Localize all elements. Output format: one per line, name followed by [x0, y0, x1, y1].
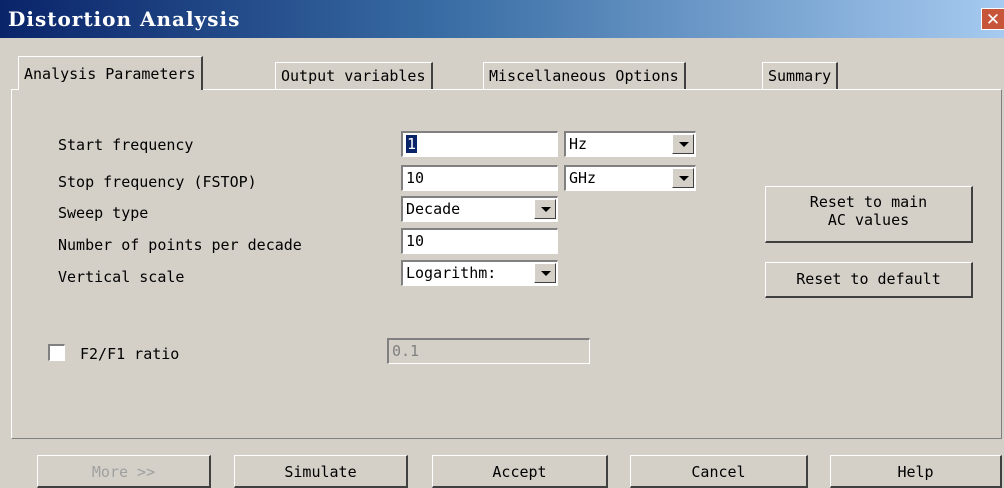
f2f1-ratio-checkbox[interactable] — [48, 344, 65, 361]
stop-frequency-input[interactable]: 10 — [401, 165, 558, 191]
cancel-button[interactable]: Cancel — [630, 455, 808, 488]
start-frequency-value: 1 — [406, 135, 418, 153]
tab-miscellaneous-options[interactable]: Miscellaneous Options — [483, 62, 686, 90]
help-button[interactable]: Help — [830, 455, 1002, 488]
start-frequency-label: Start frequency — [58, 136, 194, 154]
vertical-scale-value: Logarithm: — [406, 264, 497, 282]
reset-to-default-button[interactable]: Reset to default — [765, 262, 973, 298]
close-icon[interactable]: ✕ — [981, 8, 1004, 30]
tab-output-variables[interactable]: Output variables — [275, 62, 433, 90]
f2f1-ratio-label: F2/F1 ratio — [80, 345, 180, 363]
simulate-button[interactable]: Simulate — [234, 455, 408, 488]
points-per-decade-label: Number of points per decade — [58, 236, 302, 254]
stop-frequency-unit-value: GHz — [569, 169, 597, 187]
start-frequency-input[interactable]: 1 — [401, 131, 558, 157]
chevron-down-icon[interactable] — [534, 199, 556, 219]
start-frequency-unit-select[interactable]: Hz — [564, 131, 696, 157]
sweep-type-select[interactable]: Decade — [401, 196, 558, 222]
tab-summary[interactable]: Summary — [762, 62, 839, 90]
points-per-decade-input[interactable]: 10 — [401, 228, 558, 254]
sweep-type-value: Decade — [406, 200, 461, 218]
chevron-down-icon[interactable] — [672, 168, 694, 188]
chevron-down-icon[interactable] — [672, 134, 694, 154]
stop-frequency-label: Stop frequency (FSTOP) — [58, 173, 257, 191]
start-frequency-unit-value: Hz — [569, 135, 588, 153]
chevron-down-icon[interactable] — [534, 263, 556, 283]
accept-button[interactable]: Accept — [432, 455, 608, 488]
sweep-type-label: Sweep type — [58, 204, 149, 222]
vertical-scale-label: Vertical scale — [58, 268, 185, 286]
window-title: Distortion Analysis — [8, 7, 241, 31]
title-bar: Distortion Analysis ✕ — [0, 0, 1004, 38]
more-button[interactable]: More >> — [37, 455, 211, 488]
tab-analysis-parameters[interactable]: Analysis Parameters — [18, 56, 203, 90]
vertical-scale-select[interactable]: Logarithm: — [401, 260, 558, 286]
f2f1-ratio-input[interactable]: 0.1 — [387, 338, 590, 364]
reset-to-main-ac-button[interactable]: Reset to main AC values — [765, 186, 973, 243]
stop-frequency-unit-select[interactable]: GHz — [564, 165, 696, 191]
